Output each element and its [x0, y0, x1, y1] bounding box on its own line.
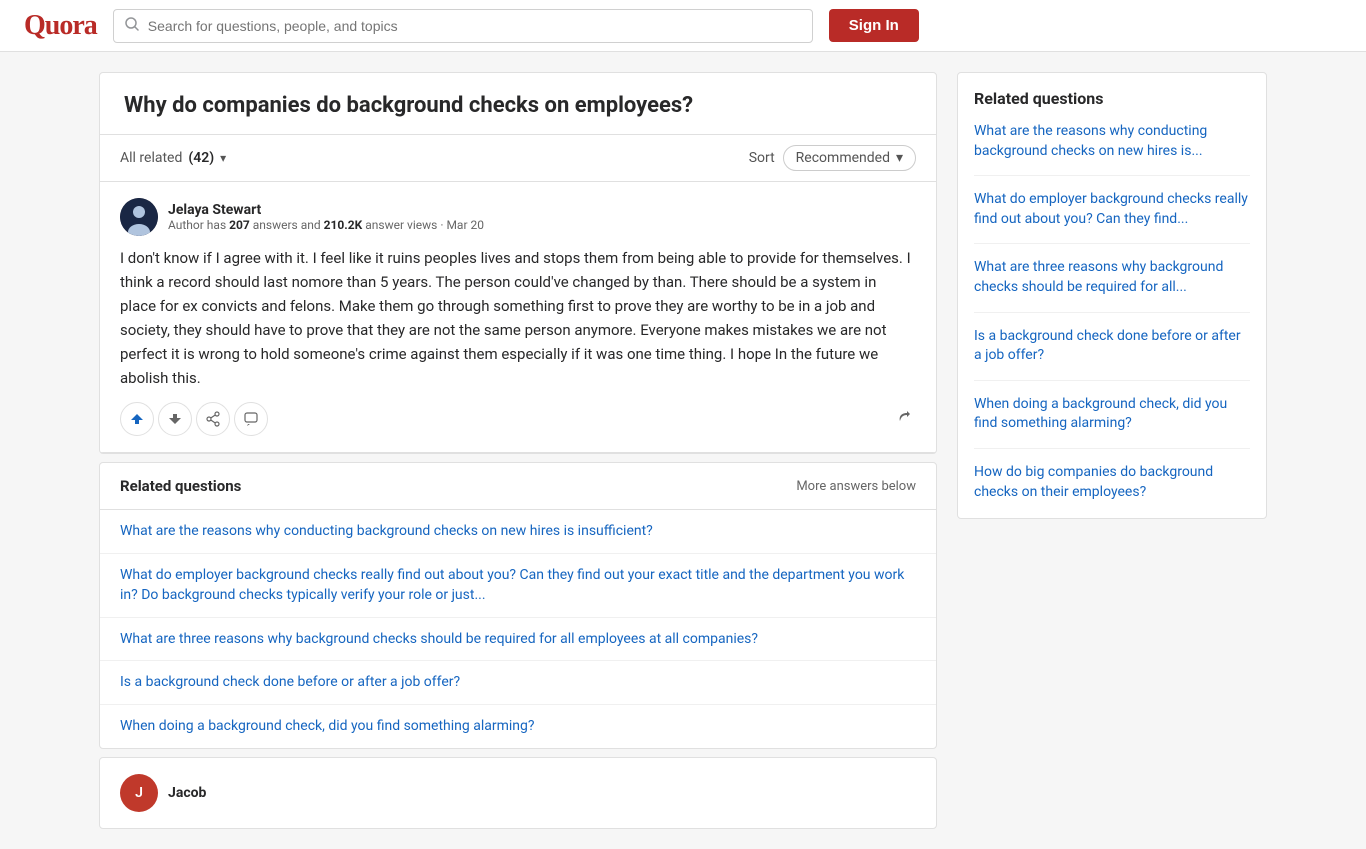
- page-content: Why do companies do background checks on…: [83, 52, 1283, 849]
- related-link-3[interactable]: What are three reasons why background ch…: [120, 631, 758, 647]
- search-input[interactable]: [113, 9, 813, 43]
- sidebar-card: Related questions What are the reasons w…: [957, 72, 1267, 519]
- sort-label: Sort: [749, 150, 775, 166]
- related-link-2[interactable]: What do employer background checks reall…: [120, 567, 904, 604]
- sort-dropdown[interactable]: Recommended ▾: [783, 145, 916, 171]
- action-bar: [120, 402, 916, 436]
- list-item: What are three reasons why background ch…: [100, 618, 936, 662]
- main-column: Why do companies do background checks on…: [99, 72, 937, 829]
- next-author-row: J Jacob: [120, 774, 916, 812]
- sign-in-button[interactable]: Sign In: [829, 9, 919, 42]
- all-related-filter[interactable]: All related (42) ▾: [120, 150, 226, 166]
- sort-section: Sort Recommended ▾: [749, 145, 916, 171]
- search-wrapper: [113, 9, 813, 43]
- related-link-4[interactable]: Is a background check done before or aft…: [120, 674, 460, 690]
- list-item: What do employer background checks reall…: [100, 554, 936, 618]
- answer-text: I don't know if I agree with it. I feel …: [120, 246, 916, 390]
- header: Quora Sign In: [0, 0, 1366, 52]
- comment-button[interactable]: [234, 402, 268, 436]
- related-link-5[interactable]: When doing a background check, did you f…: [120, 718, 535, 734]
- list-item: Is a background check done before or aft…: [100, 661, 936, 705]
- share-answer-button[interactable]: [196, 402, 230, 436]
- search-icon: [125, 17, 139, 35]
- sidebar-column: Related questions What are the reasons w…: [957, 72, 1267, 829]
- sidebar-title: Related questions: [974, 89, 1250, 108]
- list-item: When doing a background check, did you f…: [100, 705, 936, 748]
- author-info: Jelaya Stewart Author has 207 answers an…: [168, 202, 484, 232]
- author-row: Jelaya Stewart Author has 207 answers an…: [120, 198, 916, 236]
- related-inline-card: Related questions More answers below Wha…: [99, 462, 937, 749]
- answer-block: Jelaya Stewart Author has 207 answers an…: [100, 182, 936, 453]
- related-count: (42): [188, 150, 214, 166]
- next-author-name[interactable]: Jacob: [168, 785, 206, 801]
- sort-value: Recommended: [796, 150, 890, 166]
- sidebar-link-3[interactable]: What are three reasons why background ch…: [974, 258, 1250, 312]
- sidebar-link-1[interactable]: What are the reasons why conducting back…: [974, 122, 1250, 176]
- chevron-down-icon: ▾: [220, 151, 226, 165]
- next-answer-preview: J Jacob: [99, 757, 937, 829]
- sidebar-link-2[interactable]: What do employer background checks reall…: [974, 190, 1250, 244]
- author-name[interactable]: Jelaya Stewart: [168, 202, 484, 218]
- sidebar-link-6[interactable]: How do big companies do background check…: [974, 463, 1250, 502]
- author-meta: Author has 207 answers and 210.2K answer…: [168, 218, 484, 232]
- next-avatar: J: [120, 774, 158, 812]
- share-icon-button[interactable]: [892, 405, 916, 434]
- upvote-button[interactable]: [120, 402, 154, 436]
- downvote-button[interactable]: [158, 402, 192, 436]
- sidebar-link-5[interactable]: When doing a background check, did you f…: [974, 395, 1250, 449]
- more-answers-label: More answers below: [796, 479, 916, 494]
- list-item: What are the reasons why conducting back…: [100, 510, 936, 554]
- question-card: Why do companies do background checks on…: [99, 72, 937, 454]
- related-inline-title: Related questions: [120, 477, 241, 495]
- question-title: Why do companies do background checks on…: [100, 73, 936, 135]
- quora-logo[interactable]: Quora: [24, 10, 97, 42]
- related-link-1[interactable]: What are the reasons why conducting back…: [120, 523, 653, 539]
- all-related-label: All related: [120, 150, 182, 166]
- sidebar-link-4[interactable]: Is a background check done before or aft…: [974, 327, 1250, 381]
- sort-chevron-icon: ▾: [896, 150, 903, 166]
- related-inline-header: Related questions More answers below: [100, 463, 936, 510]
- filter-bar: All related (42) ▾ Sort Recommended ▾: [100, 135, 936, 182]
- avatar: [120, 198, 158, 236]
- related-links-list: What are the reasons why conducting back…: [100, 510, 936, 748]
